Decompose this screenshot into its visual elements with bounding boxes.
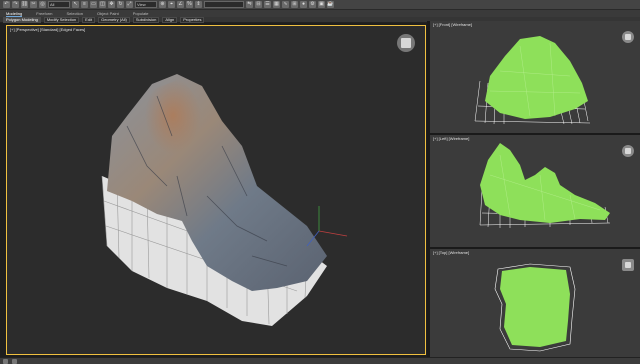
tab-object-paint[interactable]: Object Paint	[97, 11, 119, 16]
layer-icon[interactable]: ☰	[264, 1, 271, 8]
top-viewport[interactable]: [+] [Top] [Wireframe]	[430, 249, 640, 357]
lock-icon[interactable]	[12, 359, 17, 364]
rock-model-render	[101, 74, 348, 326]
ribbon-properties[interactable]: Properties	[180, 16, 205, 23]
rotate-icon[interactable]: ↻	[117, 1, 124, 8]
schematic-icon[interactable]: ⊞	[291, 1, 298, 8]
ribbon-polygon-modeling[interactable]: Polygon Modeling	[3, 16, 41, 23]
render-frame-icon[interactable]: ▣	[318, 1, 325, 8]
angle-snap-icon[interactable]: ∠	[177, 1, 184, 8]
ref-coord-dropdown[interactable]: View	[135, 1, 157, 8]
perspective-viewport[interactable]: [+] [Perspective] [Standard] [Edged Face…	[6, 25, 426, 355]
graphite-icon[interactable]: ▦	[273, 1, 280, 8]
named-selection-dropdown[interactable]	[204, 1, 244, 8]
selection-filter-dropdown[interactable]: All	[48, 1, 70, 8]
green-silhouette	[500, 267, 570, 347]
align-icon[interactable]: ⊟	[255, 1, 262, 8]
top-wireframe	[494, 263, 576, 352]
bind-icon[interactable]: ◎	[39, 1, 46, 8]
maxscript-icon[interactable]	[3, 359, 8, 364]
left-viewport[interactable]: [+] [Left] [Wireframe]	[430, 135, 640, 247]
left-wireframe	[479, 143, 611, 228]
ribbon-align[interactable]: Align	[162, 16, 178, 23]
render-setup-icon[interactable]: ⚙	[309, 1, 316, 8]
front-wireframe	[474, 36, 591, 125]
tab-freeform[interactable]: Freeform	[36, 11, 52, 16]
snap-icon[interactable]: ⌖	[168, 1, 175, 8]
select-icon[interactable]: ↖	[72, 1, 79, 8]
undo-icon[interactable]: ↶	[3, 1, 10, 8]
ribbon-modify-selection[interactable]: Modify Selection	[43, 16, 80, 23]
scale-icon[interactable]: ⤢	[126, 1, 133, 8]
ribbon-tabs: Modeling Freeform Selection Object Paint…	[0, 10, 640, 17]
render-icon[interactable]: ☕	[327, 1, 334, 8]
green-silhouette	[485, 36, 588, 119]
main-toolbar: ↶ ↷ ⛓ ✂ ◎ All ↖ ≡ ▭ ◫ ✥ ↻ ⤢ View ⊕ ⌖ ∠ %…	[0, 0, 640, 10]
front-viewport[interactable]: [+] [Front] [Wireframe]	[430, 21, 640, 133]
tab-populate[interactable]: Populate	[133, 11, 149, 16]
tab-selection[interactable]: Selection	[66, 11, 82, 16]
mirror-icon[interactable]: ⇋	[246, 1, 253, 8]
pivot-icon[interactable]: ⊕	[159, 1, 166, 8]
window-cross-icon[interactable]: ◫	[99, 1, 106, 8]
percent-snap-icon[interactable]: %	[186, 1, 193, 8]
status-bar	[0, 357, 640, 364]
unlink-icon[interactable]: ✂	[30, 1, 37, 8]
green-silhouette	[480, 143, 610, 223]
ribbon-edit[interactable]: Edit	[82, 16, 96, 23]
move-icon[interactable]: ✥	[108, 1, 115, 8]
ribbon-geometry[interactable]: Geometry (All)	[98, 16, 130, 23]
curve-editor-icon[interactable]: ∿	[282, 1, 289, 8]
spinner-snap-icon[interactable]: ⇕	[195, 1, 202, 8]
redo-icon[interactable]: ↷	[12, 1, 19, 8]
ribbon-subdivision[interactable]: Subdivision	[132, 16, 160, 23]
select-by-name-icon[interactable]: ≡	[81, 1, 88, 8]
link-icon[interactable]: ⛓	[21, 1, 28, 8]
rect-select-icon[interactable]: ▭	[90, 1, 97, 8]
material-editor-icon[interactable]: ●	[300, 1, 307, 8]
